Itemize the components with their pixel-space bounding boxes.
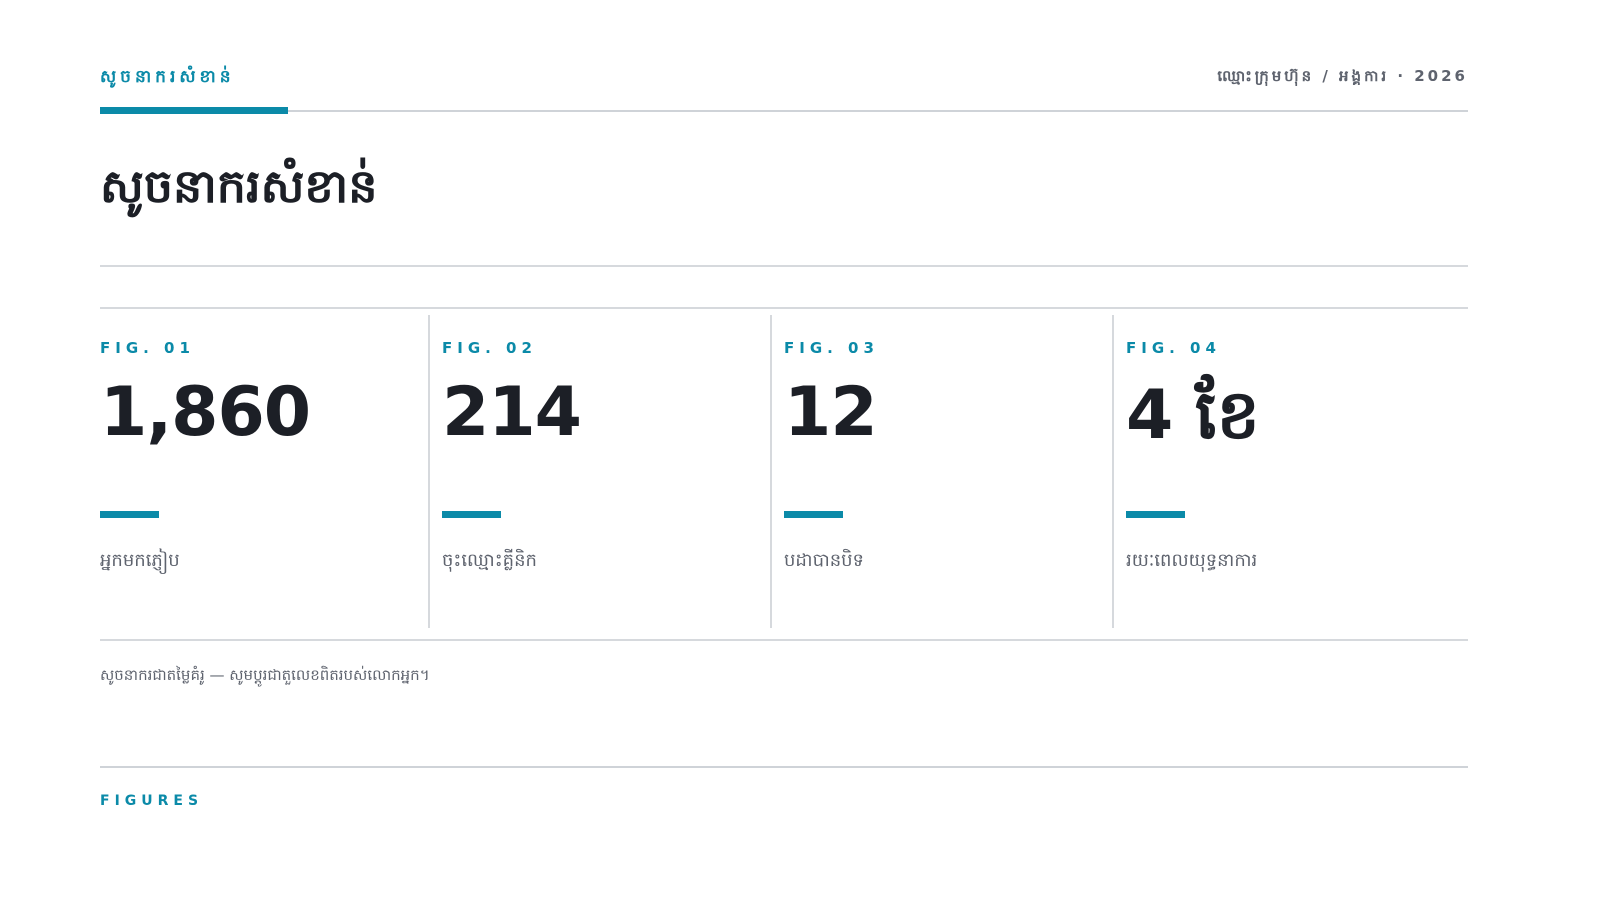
stat-divider (770, 315, 772, 628)
stat-accent-bar (1126, 511, 1185, 518)
header-rule (100, 110, 1468, 112)
page-title: សូចនាករសំខាន់ (100, 159, 378, 213)
footer-rule (100, 766, 1468, 768)
stat-value: 12 (784, 373, 878, 452)
organization-year: ឈ្មោះក្រុមហ៊ុន / អង្គការ · 2026 (1217, 67, 1468, 85)
fig-label: FIG. 04 (1126, 339, 1221, 357)
stat-divider (428, 315, 430, 628)
stats-row: FIG. 01 1,860 អ្នកមកភ្ញៀប FIG. 02 214 ចុ… (100, 315, 1468, 628)
fig-label: FIG. 01 (100, 339, 195, 357)
stat-card-1: FIG. 01 1,860 អ្នកមកភ្ញៀប (100, 315, 428, 628)
stat-value: 4 ខែ (1126, 376, 1260, 455)
stat-accent-bar (784, 511, 843, 518)
stat-accent-bar (442, 511, 501, 518)
stat-card-4: FIG. 04 4 ខែ រយៈពេលយុទ្ធនាការ (1126, 315, 1468, 628)
fig-label: FIG. 02 (442, 339, 537, 357)
stats-bottom-divider (100, 639, 1468, 641)
stat-caption: រយៈពេលយុទ្ធនាការ (1126, 550, 1258, 571)
title-divider (100, 265, 1468, 267)
stat-accent-bar (100, 511, 159, 518)
stat-divider (1112, 315, 1114, 628)
stat-value: 1,860 (100, 373, 311, 452)
footer-label: FIGURES (100, 793, 204, 809)
header-accent-bar (100, 107, 288, 114)
fig-label: FIG. 03 (784, 339, 879, 357)
stat-card-3: FIG. 03 12 បដាបានបិទ (784, 315, 1112, 628)
stat-caption: ចុះឈ្មោះគ្លីនិក (442, 550, 537, 571)
stat-caption: អ្នកមកភ្ញៀប (100, 550, 180, 571)
section-label: សូចនាករសំខាន់ (100, 67, 235, 87)
footnote: សូចនាករជាតម្លៃគំរូ — សូមប្តូរជាតួលេខពិតរ… (100, 666, 430, 684)
stat-card-2: FIG. 02 214 ចុះឈ្មោះគ្លីនិក (442, 315, 770, 628)
stat-value: 214 (442, 373, 582, 452)
stats-top-divider (100, 307, 1468, 309)
stat-caption: បដាបានបិទ (784, 550, 864, 571)
